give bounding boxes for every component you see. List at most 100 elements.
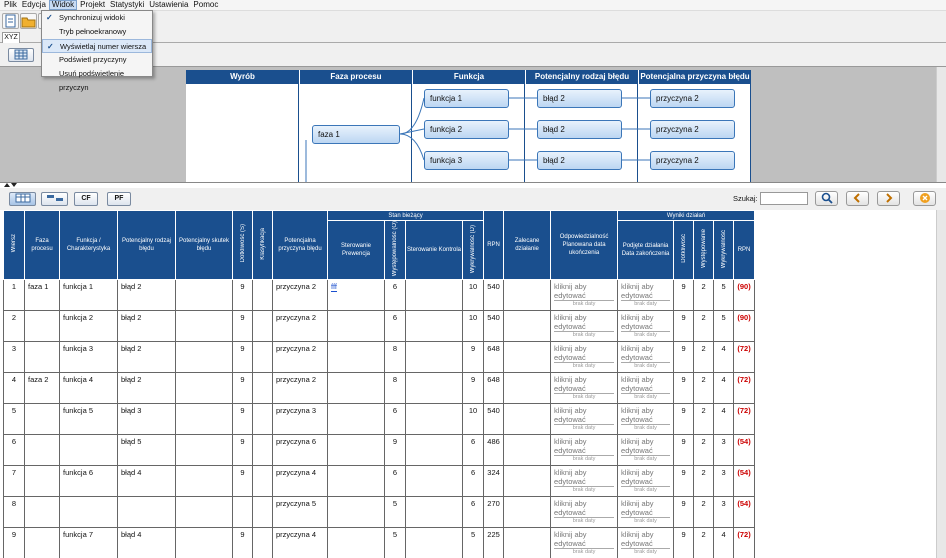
- clear-search-icon[interactable]: [913, 191, 936, 206]
- cell-sterowanie-kontrola[interactable]: [405, 403, 463, 436]
- cell-podjete[interactable]: kliknij aby edytować brak daty: [617, 496, 675, 529]
- open-folder-icon[interactable]: [20, 13, 37, 29]
- cell-funkcja[interactable]: funkcja 4: [59, 372, 118, 405]
- table-row[interactable]: 6 błąd 5 9 przyczyna 6 9 6 486 kliknij aby edyt…: [3, 434, 756, 467]
- cell-w-wystepowanie[interactable]: 2: [693, 527, 715, 558]
- editable-text[interactable]: kliknij aby edytować: [554, 375, 615, 395]
- cell-w-dotkliwosc[interactable]: 9: [673, 310, 695, 343]
- cell-wystepowalnosc[interactable]: 5: [384, 496, 406, 529]
- table-row[interactable]: 3 funkcja 3 błąd 2 9 przyczyna 2 8 9 648 kliknij…: [3, 341, 756, 374]
- editable-text[interactable]: kliknij aby edytować: [554, 530, 615, 550]
- cell-funkcja[interactable]: funkcja 1: [59, 279, 118, 312]
- editable-text[interactable]: kliknij aby edytować: [621, 530, 671, 550]
- cell-odpowiedzialnosc[interactable]: kliknij aby edytować brak daty: [550, 372, 619, 405]
- cell-skutek[interactable]: [175, 403, 233, 436]
- cell-blad[interactable]: błąd 4: [117, 465, 176, 498]
- cell-zalecane[interactable]: [503, 310, 552, 343]
- cell-przyczyna[interactable]: przyczyna 2: [272, 279, 328, 312]
- cell-blad[interactable]: [117, 496, 176, 529]
- cell-sterowanie-prewencja[interactable]: [327, 496, 385, 529]
- cell-podjete[interactable]: kliknij aby edytować brak daty: [617, 341, 675, 374]
- cell-w-dotkliwosc[interactable]: 9: [673, 527, 695, 558]
- cell-zalecane[interactable]: [503, 341, 552, 374]
- cell-odpowiedzialnosc[interactable]: kliknij aby edytować brak daty: [550, 403, 619, 436]
- cell-wykrywalnosc[interactable]: 10: [461, 403, 485, 436]
- new-file-icon[interactable]: [2, 13, 19, 29]
- cell-skutek[interactable]: [175, 527, 233, 558]
- cell-blad[interactable]: błąd 5: [117, 434, 176, 467]
- menu-widok[interactable]: Widok: [48, 0, 78, 10]
- cell-faza[interactable]: [24, 527, 60, 558]
- cell-klasyfikacja[interactable]: [252, 372, 273, 405]
- cell-klasyfikacja[interactable]: [252, 279, 273, 312]
- cell-zalecane[interactable]: [503, 496, 552, 529]
- cell-wykrywalnosc[interactable]: 10: [461, 310, 485, 343]
- cell-wystepowalnosc[interactable]: 5: [384, 527, 406, 558]
- cell-faza[interactable]: [24, 465, 60, 498]
- cell-skutek[interactable]: [175, 434, 233, 467]
- tab-xyz[interactable]: XYZ: [2, 32, 20, 43]
- cell-wykrywalnosc[interactable]: 6: [461, 496, 485, 529]
- cell-sterowanie-prewencja[interactable]: [327, 527, 385, 558]
- cell-podjete[interactable]: kliknij aby edytować brak daty: [617, 403, 675, 436]
- menu-item-synchronizuj[interactable]: ✓ Synchronizuj widoki: [42, 11, 152, 25]
- cell-w-wykrywalnosc[interactable]: 4: [713, 372, 735, 405]
- cell-sterowanie-prewencja[interactable]: [327, 403, 385, 436]
- cell-funkcja[interactable]: funkcja 5: [59, 403, 118, 436]
- cell-skutek[interactable]: [175, 465, 233, 498]
- diagram-node-cause[interactable]: przyczyna 2: [650, 120, 735, 139]
- cell-zalecane[interactable]: [503, 434, 552, 467]
- cell-blad[interactable]: błąd 3: [117, 403, 176, 436]
- cell-blad[interactable]: błąd 2: [117, 341, 176, 374]
- cell-przyczyna[interactable]: przyczyna 4: [272, 465, 328, 498]
- editable-text[interactable]: kliknij aby edytować: [621, 437, 671, 457]
- cell-klasyfikacja[interactable]: [252, 496, 273, 529]
- editable-text[interactable]: kliknij aby edytować: [621, 499, 671, 519]
- cell-w-wykrywalnosc[interactable]: 4: [713, 527, 735, 558]
- cell-wystepowalnosc[interactable]: 6: [384, 403, 406, 436]
- cell-w-wykrywalnosc[interactable]: 4: [713, 341, 735, 374]
- cell-w-dotkliwosc[interactable]: 9: [673, 496, 695, 529]
- diagram-node-cause[interactable]: przyczyna 2: [650, 89, 735, 108]
- cell-klasyfikacja[interactable]: [252, 403, 273, 436]
- table-row[interactable]: 2 funkcja 2 błąd 2 9 przyczyna 2 6 10 540 klikni…: [3, 310, 756, 343]
- editable-text[interactable]: kliknij aby edytować: [554, 406, 615, 426]
- cell-klasyfikacja[interactable]: [252, 310, 273, 343]
- cell-blad[interactable]: błąd 4: [117, 527, 176, 558]
- diagram-scrollbar[interactable]: [936, 67, 946, 182]
- cell-blad[interactable]: błąd 2: [117, 279, 176, 312]
- cell-faza[interactable]: [24, 310, 60, 343]
- cell-klasyfikacja[interactable]: [252, 527, 273, 558]
- cell-sterowanie-prewencja[interactable]: [327, 372, 385, 405]
- cell-wystepowalnosc[interactable]: 8: [384, 341, 406, 374]
- menu-item-usun-podswietlenie[interactable]: Usuń podświetlenie przyczyn: [42, 67, 152, 92]
- cell-sterowanie-kontrola[interactable]: [405, 496, 463, 529]
- cell-przyczyna[interactable]: przyczyna 5: [272, 496, 328, 529]
- editable-text[interactable]: kliknij aby edytować: [621, 375, 671, 395]
- cell-wykrywalnosc[interactable]: 6: [461, 434, 485, 467]
- cell-w-wystepowanie[interactable]: 2: [693, 434, 715, 467]
- tree-view-button[interactable]: [41, 192, 68, 206]
- cell-w-wykrywalnosc[interactable]: 3: [713, 434, 735, 467]
- cell-sterowanie-kontrola[interactable]: [405, 310, 463, 343]
- search-icon[interactable]: [815, 191, 838, 206]
- cell-sterowanie-prewencja[interactable]: [327, 465, 385, 498]
- cell-podjete[interactable]: kliknij aby edytować brak daty: [617, 310, 675, 343]
- cell-w-dotkliwosc[interactable]: 9: [673, 279, 695, 312]
- diagram-node-phase[interactable]: faza 1: [312, 125, 400, 144]
- editable-text[interactable]: kliknij aby edytować: [621, 282, 671, 302]
- cell-zalecane[interactable]: [503, 403, 552, 436]
- cell-klasyfikacja[interactable]: [252, 434, 273, 467]
- cell-odpowiedzialnosc[interactable]: kliknij aby edytować brak daty: [550, 279, 619, 312]
- cell-sterowanie-prewencja[interactable]: [327, 310, 385, 343]
- cell-dotkliwosc[interactable]: 9: [232, 279, 253, 312]
- cell-w-dotkliwosc[interactable]: 9: [673, 434, 695, 467]
- cell-dotkliwosc[interactable]: 9: [232, 527, 253, 558]
- cell-sterowanie-kontrola[interactable]: [405, 434, 463, 467]
- cell-podjete[interactable]: kliknij aby edytować brak daty: [617, 434, 675, 467]
- cell-wystepowalnosc[interactable]: 8: [384, 372, 406, 405]
- cell-przyczyna[interactable]: przyczyna 3: [272, 403, 328, 436]
- editable-text[interactable]: kliknij aby edytować: [621, 468, 671, 488]
- cell-faza[interactable]: [24, 403, 60, 436]
- editable-text[interactable]: kliknij aby edytować: [621, 406, 671, 426]
